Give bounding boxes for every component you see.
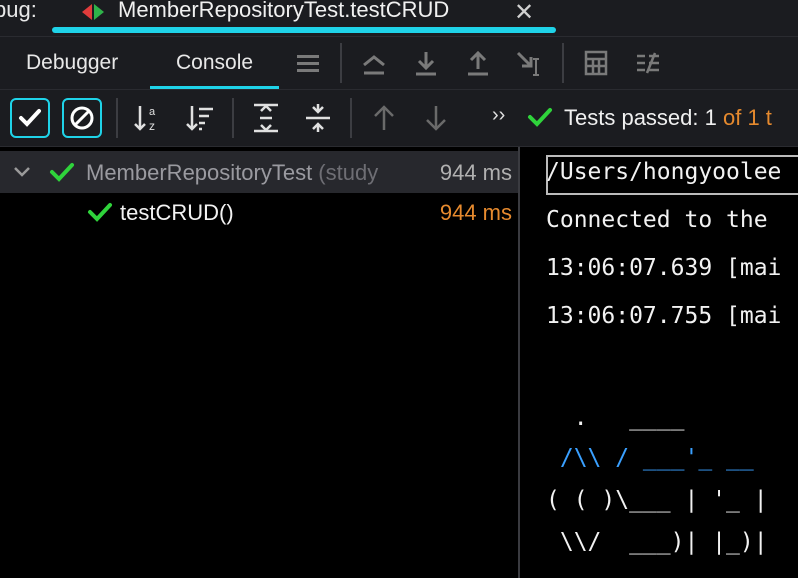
step-out-icon[interactable] (464, 49, 492, 77)
debug-label: bug: (0, 0, 37, 22)
run-tab-title: MemberRepositoryTest.testCRUD (118, 0, 450, 22)
tree-row-test[interactable]: testCRUD() 944 ms (0, 191, 518, 233)
tab-debugger[interactable]: Debugger (0, 37, 144, 89)
debug-run-tab-icon (78, 0, 108, 28)
check-icon (526, 103, 554, 131)
console-line: 13:06:07.639 [mai (546, 255, 782, 281)
trace-icon[interactable] (634, 49, 662, 77)
console-line: \\/ ___)| |_)| (546, 529, 768, 555)
chevron-down-icon[interactable] (12, 161, 32, 181)
toolbar-separator (340, 43, 342, 83)
console-line: 13:06:07.755 [mai (546, 303, 782, 329)
status-total: of 1 t (716, 105, 772, 130)
tab-console[interactable]: Console (150, 37, 280, 89)
console-output[interactable]: /Users/hongyoolee Connected to the 13:06… (520, 147, 798, 578)
toolbar-separator (116, 98, 118, 138)
close-icon[interactable]: ✕ (514, 0, 534, 27)
sort-alpha-icon[interactable]: a z (132, 102, 164, 134)
toolbar-separator (562, 43, 564, 83)
show-passed-icon (16, 104, 44, 132)
test-time: 944 ms (439, 200, 512, 225)
console-line: Connected to the (546, 207, 768, 233)
title-bar: bug: MemberRepositoryTest.testCRUD ✕ (0, 0, 798, 37)
check-icon (86, 198, 114, 226)
prev-failed-icon[interactable] (368, 102, 400, 134)
panel-tabs-row: Debugger Console (0, 37, 798, 90)
active-tab-indicator (150, 86, 280, 89)
step-over-icon[interactable] (360, 49, 388, 77)
threads-icon[interactable] (294, 49, 322, 77)
status-passed-count: 1 (704, 105, 717, 130)
console-line: /\\ / ___'_ __ (546, 445, 754, 471)
toolbar-separator (232, 98, 234, 138)
evaluate-icon[interactable] (582, 49, 610, 77)
show-ignored-icon (68, 104, 96, 132)
run-to-cursor-icon[interactable] (514, 49, 542, 77)
more-actions-button[interactable]: ›› (492, 104, 505, 127)
step-into-icon[interactable] (412, 49, 440, 77)
svg-text:a: a (149, 106, 156, 118)
console-line: /Users/hongyoolee (546, 159, 782, 185)
expand-all-icon[interactable] (250, 102, 282, 134)
check-icon (48, 158, 76, 186)
suite-hint: (study (312, 160, 379, 185)
tab-console-label: Console (176, 51, 254, 74)
active-tab-indicator (52, 27, 556, 33)
status-label: Tests passed: (564, 105, 705, 130)
console-line: ( ( )\___ | '_ | (546, 487, 768, 513)
suite-time: 944 ms (439, 160, 512, 185)
sort-duration-icon[interactable] (184, 102, 216, 134)
tree-row-suite[interactable]: MemberRepositoryTest (study 944 ms (0, 151, 518, 193)
test-name: testCRUD() (120, 200, 234, 225)
suite-name: MemberRepositoryTest (86, 160, 313, 185)
svg-text:z: z (149, 119, 155, 133)
console-line: . ____ (546, 405, 685, 431)
next-failed-icon[interactable] (420, 102, 452, 134)
collapse-all-icon[interactable] (302, 102, 334, 134)
toolbar-separator (350, 98, 352, 138)
tab-debugger-label: Debugger (26, 51, 119, 74)
test-tree: MemberRepositoryTest (study 944 ms testC… (0, 147, 518, 578)
run-tab[interactable]: MemberRepositoryTest.testCRUD ✕ (52, 0, 556, 36)
test-runner-toolbar: a z ›› Tests passed: 1 of 1 t (0, 90, 798, 147)
show-ignored-button[interactable] (62, 98, 102, 138)
show-passed-button[interactable] (10, 98, 50, 138)
